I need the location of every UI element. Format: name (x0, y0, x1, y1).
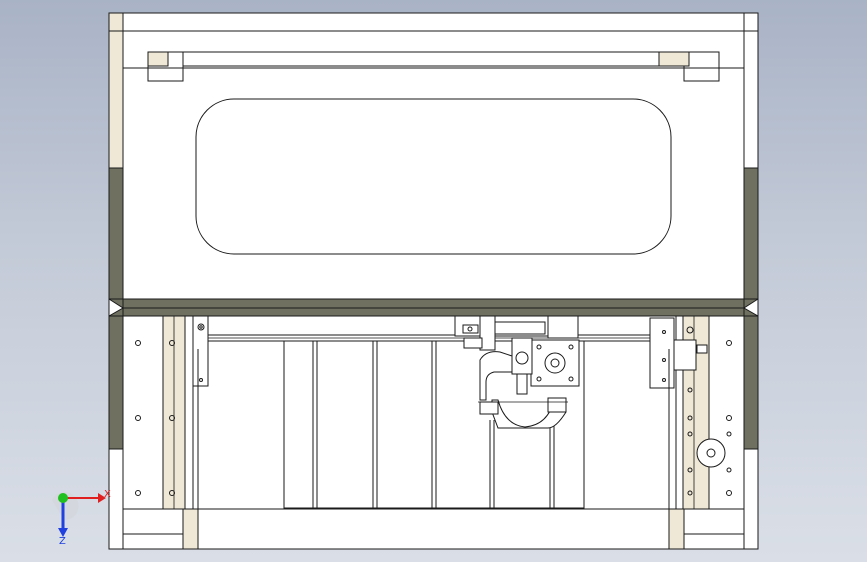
axis-x-label: X (104, 489, 111, 500)
assembly-drawing[interactable]: X Z (0, 0, 867, 562)
right-post (743, 12, 759, 169)
stepper-motor (530, 339, 580, 387)
axis-triad[interactable]: X Z (52, 489, 111, 547)
horizontal-guide-rails (207, 334, 651, 342)
left-bracket (192, 315, 209, 387)
left-rail-upper (108, 167, 124, 302)
axis-z-label: Z (59, 536, 66, 547)
pulley-wheel (696, 438, 726, 468)
right-rail-lower (743, 315, 759, 450)
left-post (108, 12, 124, 169)
middle-beam (108, 298, 759, 317)
right-rail-upper (743, 167, 759, 302)
cad-viewport[interactable]: X Z (0, 0, 867, 562)
left-rail-lower (108, 315, 124, 450)
right-post-lower (743, 448, 759, 550)
axis-y-dot-icon (58, 493, 68, 503)
left-side-plate (122, 315, 194, 510)
viewing-window (195, 98, 672, 255)
left-post-lower (108, 448, 124, 550)
